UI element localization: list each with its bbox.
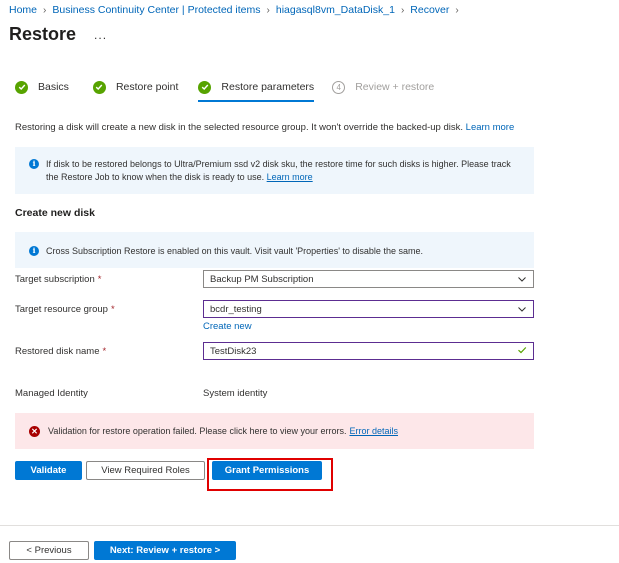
target-resource-group-dropdown[interactable]: bcdr_testing — [203, 300, 534, 318]
chevron-right-icon: › — [455, 4, 459, 16]
target-resource-group-label: Target resource group * — [15, 304, 115, 315]
step-review-restore[interactable]: 4 Review + restore — [332, 78, 434, 96]
info-icon: i — [29, 246, 39, 256]
previous-button[interactable]: < Previous — [9, 541, 89, 560]
info-line-2-text: the Restore Job to know when the disk is… — [46, 171, 265, 182]
validation-error-banner: ✕ Validation for restore operation faile… — [15, 413, 534, 449]
info-banner-ssd: i If disk to be restored belongs to Ultr… — [15, 147, 534, 194]
step-label: Restore point — [115, 81, 179, 93]
info-line-2: the Restore Job to know when the disk is… — [46, 171, 511, 184]
error-details-link[interactable]: Error details — [349, 426, 398, 436]
input-value: TestDisk23 — [210, 345, 257, 357]
managed-identity-label: Managed Identity — [15, 388, 88, 399]
breadcrumb-protected-items[interactable]: Business Continuity Center | Protected i… — [52, 4, 260, 16]
required-mark: * — [110, 304, 115, 315]
chevron-right-icon: › — [400, 4, 405, 16]
error-text: Validation for restore operation failed.… — [48, 426, 347, 436]
view-required-roles-button[interactable]: View Required Roles — [86, 461, 205, 480]
footer-divider — [0, 525, 619, 526]
required-mark: * — [97, 274, 102, 285]
info-line-1: If disk to be restored belongs to Ultra/… — [46, 159, 511, 169]
restored-disk-name-label: Restored disk name * — [15, 346, 106, 357]
required-mark: * — [102, 346, 107, 357]
checkmark-circle-icon — [198, 80, 212, 94]
intro-description: Restoring a disk will create a new disk … — [15, 122, 464, 133]
target-subscription-dropdown[interactable]: Backup PM Subscription — [203, 270, 534, 288]
step-label: Review + restore — [355, 81, 435, 93]
breadcrumb-recover[interactable]: Recover — [410, 4, 449, 16]
section-title: Create new disk — [15, 207, 95, 219]
info-icon: i — [29, 159, 39, 169]
managed-identity-value: System identity — [203, 388, 268, 399]
label-text: Restored disk name — [15, 346, 100, 357]
wizard-steps: Basics Restore point Restore parameters … — [15, 78, 434, 102]
step-label: Restore parameters — [221, 81, 315, 93]
dropdown-value: bcdr_testing — [210, 303, 262, 315]
create-new-link[interactable]: Create new — [203, 321, 252, 332]
info-learn-more-link[interactable]: Learn more — [267, 172, 313, 182]
breadcrumb-home[interactable]: Home — [9, 4, 37, 16]
step-number-icon: 4 — [332, 80, 346, 94]
intro-text: Restoring a disk will create a new disk … — [15, 122, 514, 133]
step-label: Basics — [38, 81, 69, 93]
breadcrumb-datadisk[interactable]: hiagasql8vm_DataDisk_1 — [276, 4, 395, 16]
highlight-annotation — [207, 458, 333, 491]
checkmark-icon — [517, 345, 527, 358]
info-banner-cross-subscription: i Cross Subscription Restore is enabled … — [15, 232, 534, 268]
title-row: Restore ... — [9, 24, 107, 45]
checkmark-circle-icon — [15, 80, 28, 94]
more-options-icon[interactable]: ... — [94, 28, 107, 42]
validate-button[interactable]: Validate — [15, 461, 82, 480]
step-restore-point[interactable]: Restore point — [92, 78, 179, 96]
label-text: Target resource group — [15, 304, 108, 315]
info-banner-text: If disk to be restored belongs to Ultra/… — [46, 158, 511, 183]
dropdown-value: Backup PM Subscription — [210, 273, 314, 285]
info-banner-text: Cross Subscription Restore is enabled on… — [46, 246, 423, 256]
step-basics[interactable]: Basics — [15, 78, 69, 96]
intro-learn-more-link[interactable]: Learn more — [466, 122, 515, 133]
error-circle-icon: ✕ — [29, 425, 40, 437]
label-text: Target subscription — [15, 274, 95, 285]
chevron-right-icon: › — [43, 4, 47, 16]
target-subscription-label: Target subscription * — [15, 274, 101, 285]
page-title: Restore — [9, 24, 77, 44]
chevron-down-icon — [517, 274, 527, 287]
breadcrumb: Home › Business Continuity Center | Prot… — [9, 4, 465, 16]
chevron-right-icon: › — [266, 4, 270, 16]
restored-disk-name-input[interactable]: TestDisk23 — [203, 342, 534, 360]
chevron-down-icon — [517, 304, 527, 317]
next-review-restore-button[interactable]: Next: Review + restore > — [94, 541, 236, 560]
checkmark-circle-icon — [92, 80, 106, 94]
step-restore-parameters[interactable]: Restore parameters — [198, 78, 315, 102]
